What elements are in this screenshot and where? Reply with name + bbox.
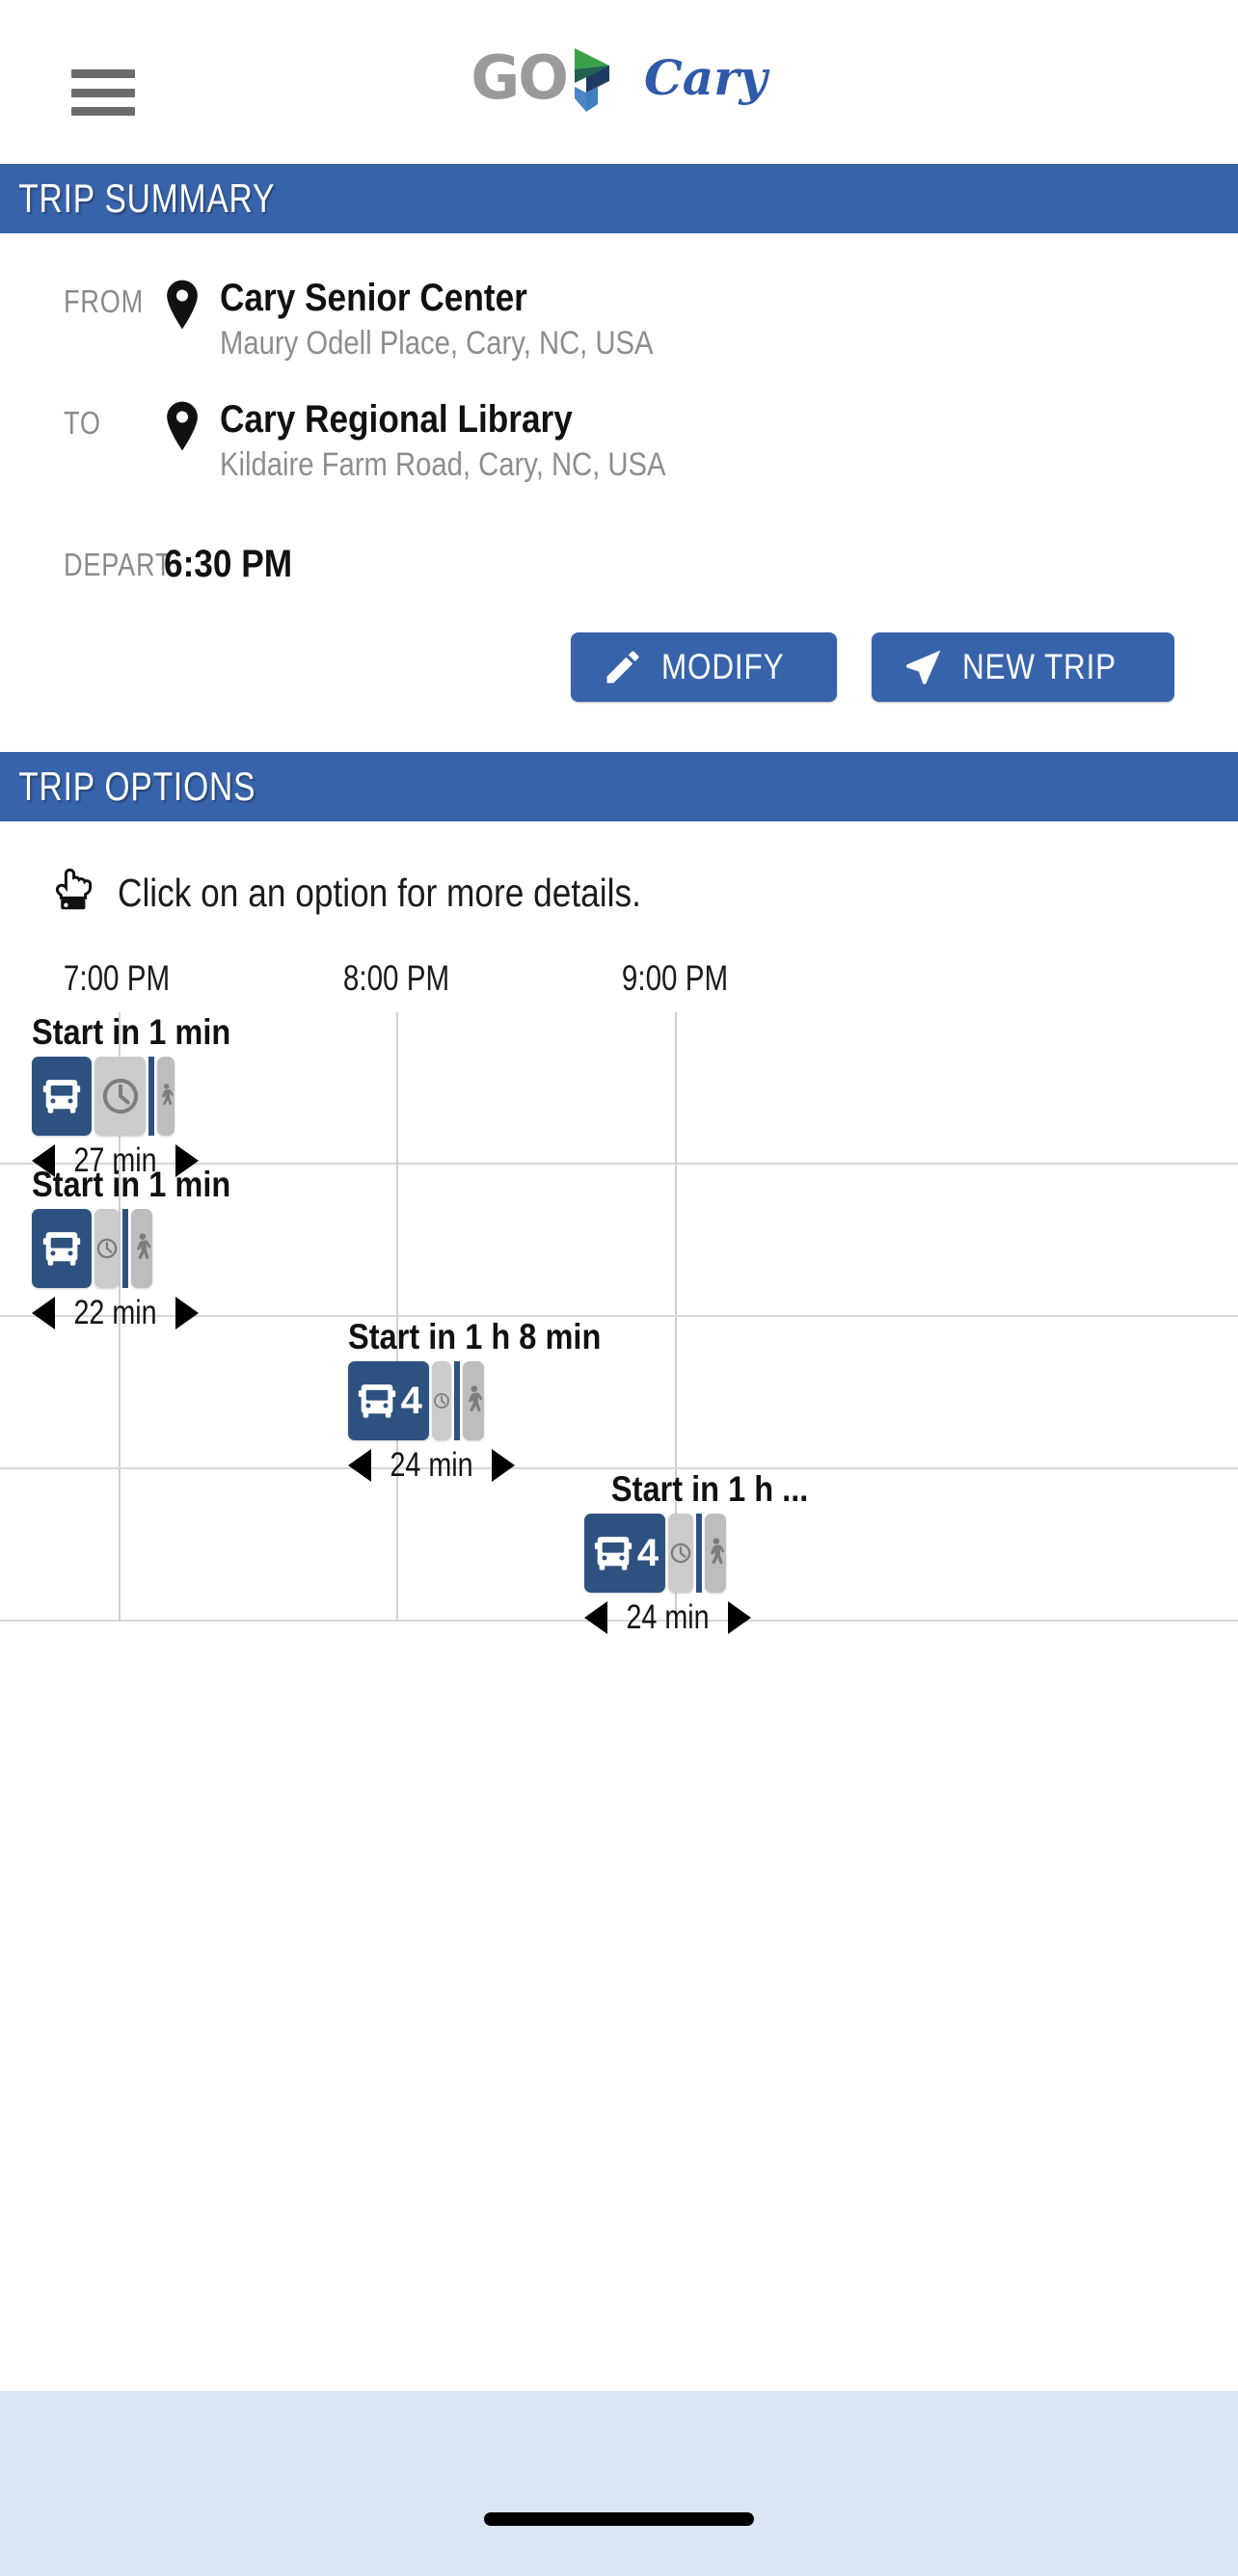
bus-icon bbox=[43, 1080, 81, 1114]
to-label: TO bbox=[64, 404, 101, 441]
bus-route-number: 4 bbox=[636, 1531, 659, 1574]
trip-summary-title: TRIP SUMMARY bbox=[18, 175, 276, 221]
trip-segment-wait[interactable] bbox=[94, 1057, 147, 1137]
bus-icon bbox=[358, 1384, 395, 1419]
trip-option-row[interactable]: Start in 1 h ... 4 24 min bbox=[0, 1469, 1238, 1636]
trip-duration-text: 24 min bbox=[626, 1598, 710, 1637]
walk-icon bbox=[162, 1084, 174, 1106]
trip-segment-bus[interactable]: 4 bbox=[584, 1514, 666, 1594]
home-indicator-bar[interactable] bbox=[484, 2512, 754, 2526]
axis-tick-0: 7:00 PM bbox=[63, 958, 170, 999]
trip-segment-wait[interactable] bbox=[431, 1361, 451, 1441]
trip-option-bar[interactable] bbox=[32, 1209, 257, 1289]
trip-option-2[interactable]: Start in 1 min 22 min bbox=[32, 1165, 257, 1332]
clock-icon bbox=[102, 1079, 138, 1114]
app-screen: GO Cary TRIP SUMMARY FROM Cary Senior Ce… bbox=[0, 0, 1238, 2576]
depart-row: DEPART 6:30 PM bbox=[0, 485, 1238, 586]
destination-pin-icon bbox=[164, 399, 220, 456]
origin-pin-icon bbox=[164, 278, 220, 335]
trip-option-start-label: Start in 1 min bbox=[32, 1165, 231, 1205]
trip-options-hint-text: Click on an option for more details. bbox=[118, 870, 641, 915]
gocary-logo-mark-icon bbox=[575, 48, 609, 112]
bus-route-number: 4 bbox=[400, 1379, 422, 1422]
new-trip-button-label: NEW TRIP bbox=[961, 647, 1117, 687]
trip-options-list: Start in 1 min 27 min Start in 1 min 22 min… bbox=[0, 1012, 1238, 1636]
trip-segment-line[interactable] bbox=[696, 1514, 703, 1594]
trip-option-start-label: Start in 1 min bbox=[32, 1012, 231, 1053]
trip-segment-walk[interactable] bbox=[131, 1209, 153, 1289]
trip-segment-walk[interactable] bbox=[705, 1514, 727, 1594]
trip-duration: 24 min bbox=[584, 1598, 808, 1637]
trip-option-bar[interactable]: 4 bbox=[584, 1514, 808, 1594]
trip-option-row[interactable]: Start in 1 min 22 min bbox=[0, 1165, 1238, 1331]
depart-time: 6:30 PM bbox=[164, 543, 293, 586]
trip-segment-bus[interactable] bbox=[32, 1209, 93, 1289]
trip-summary-actions: MODIFY NEW TRIP bbox=[0, 586, 1238, 752]
origin-address: Maury Odell Place, Cary, NC, USA bbox=[220, 325, 654, 362]
trip-option-start-label: Start in 1 h 8 min bbox=[347, 1317, 602, 1357]
clock-icon bbox=[433, 1393, 449, 1409]
arrow-left-icon bbox=[584, 1601, 608, 1635]
bottom-spacer bbox=[0, 1795, 1238, 1918]
timeline-footer-space bbox=[0, 1622, 1238, 1796]
modify-button-label: MODIFY bbox=[660, 647, 785, 687]
trip-segment-line[interactable] bbox=[148, 1057, 155, 1137]
trip-origin-row: FROM Cary Senior Center Maury Odell Plac… bbox=[0, 277, 1238, 364]
arrow-right-icon bbox=[728, 1601, 752, 1635]
trip-destination-row: TO Cary Regional Library Kildaire Farm R… bbox=[0, 397, 1238, 486]
logo-city-text: Cary bbox=[644, 49, 767, 106]
app-logo[interactable]: GO Cary bbox=[0, 42, 1238, 113]
pencil-icon bbox=[606, 651, 639, 684]
trip-options-title: TRIP OPTIONS bbox=[18, 764, 256, 810]
app-header: GO Cary bbox=[0, 0, 1238, 164]
destination-name: Cary Regional Library bbox=[220, 397, 573, 441]
new-trip-button[interactable]: NEW TRIP bbox=[871, 632, 1174, 703]
trip-segment-walk[interactable] bbox=[157, 1057, 175, 1137]
trip-summary-panel: FROM Cary Senior Center Maury Odell Plac… bbox=[0, 233, 1238, 753]
summary-spacer bbox=[0, 364, 1238, 399]
paper-plane-icon bbox=[905, 650, 941, 685]
logo-go-text: GO bbox=[471, 42, 569, 113]
trip-options-section-header: TRIP OPTIONS bbox=[0, 752, 1238, 822]
clock-icon bbox=[670, 1543, 691, 1564]
trip-option-start-label: Start in 1 h ... bbox=[610, 1469, 809, 1510]
destination-address: Kildaire Farm Road, Cary, NC, USA bbox=[220, 445, 666, 483]
bus-icon bbox=[43, 1232, 81, 1267]
trip-segment-wait[interactable] bbox=[94, 1209, 121, 1289]
clock-icon bbox=[97, 1239, 118, 1259]
trip-option-1[interactable]: Start in 1 min 27 min bbox=[32, 1012, 257, 1180]
trip-segment-line[interactable] bbox=[122, 1209, 129, 1289]
trip-segment-bus[interactable]: 4 bbox=[347, 1361, 429, 1441]
trip-option-bar[interactable]: 4 bbox=[347, 1361, 635, 1441]
origin-name: Cary Senior Center bbox=[220, 277, 527, 319]
axis-tick-2: 9:00 PM bbox=[621, 958, 728, 999]
trip-segment-wait[interactable] bbox=[668, 1514, 694, 1594]
trip-option-4[interactable]: Start in 1 h ... 4 24 min bbox=[584, 1469, 808, 1637]
trip-segment-walk[interactable] bbox=[462, 1361, 484, 1441]
trip-option-row[interactable]: Start in 1 h 8 min 4 24 min bbox=[0, 1317, 1238, 1484]
trip-options-timeline: 7:00 PM 8:00 PM 9:00 PM Start in 1 min 27 m… bbox=[0, 958, 1238, 1796]
pointing-hand-icon bbox=[55, 869, 93, 910]
trip-option-row[interactable]: Start in 1 min 27 min bbox=[0, 1012, 1238, 1179]
trip-option-bar[interactable] bbox=[32, 1057, 257, 1137]
timeline-axis: 7:00 PM 8:00 PM 9:00 PM bbox=[0, 958, 1238, 1012]
bus-icon bbox=[594, 1537, 632, 1571]
trip-option-3[interactable]: Start in 1 h 8 min 4 24 min bbox=[347, 1317, 635, 1485]
modify-button[interactable]: MODIFY bbox=[570, 632, 837, 703]
walk-icon bbox=[137, 1233, 151, 1260]
depart-label: DEPART bbox=[64, 546, 173, 582]
trip-summary-section-header: TRIP SUMMARY bbox=[0, 164, 1238, 233]
trip-options-hint: Click on an option for more details. bbox=[0, 821, 1238, 918]
axis-tick-1: 8:00 PM bbox=[342, 958, 449, 999]
device-home-area bbox=[0, 2391, 1238, 2576]
trip-segment-bus[interactable] bbox=[32, 1057, 93, 1137]
walk-icon bbox=[711, 1538, 725, 1565]
from-label: FROM bbox=[64, 283, 144, 319]
walk-icon bbox=[468, 1385, 483, 1412]
trip-segment-line[interactable] bbox=[453, 1361, 460, 1441]
